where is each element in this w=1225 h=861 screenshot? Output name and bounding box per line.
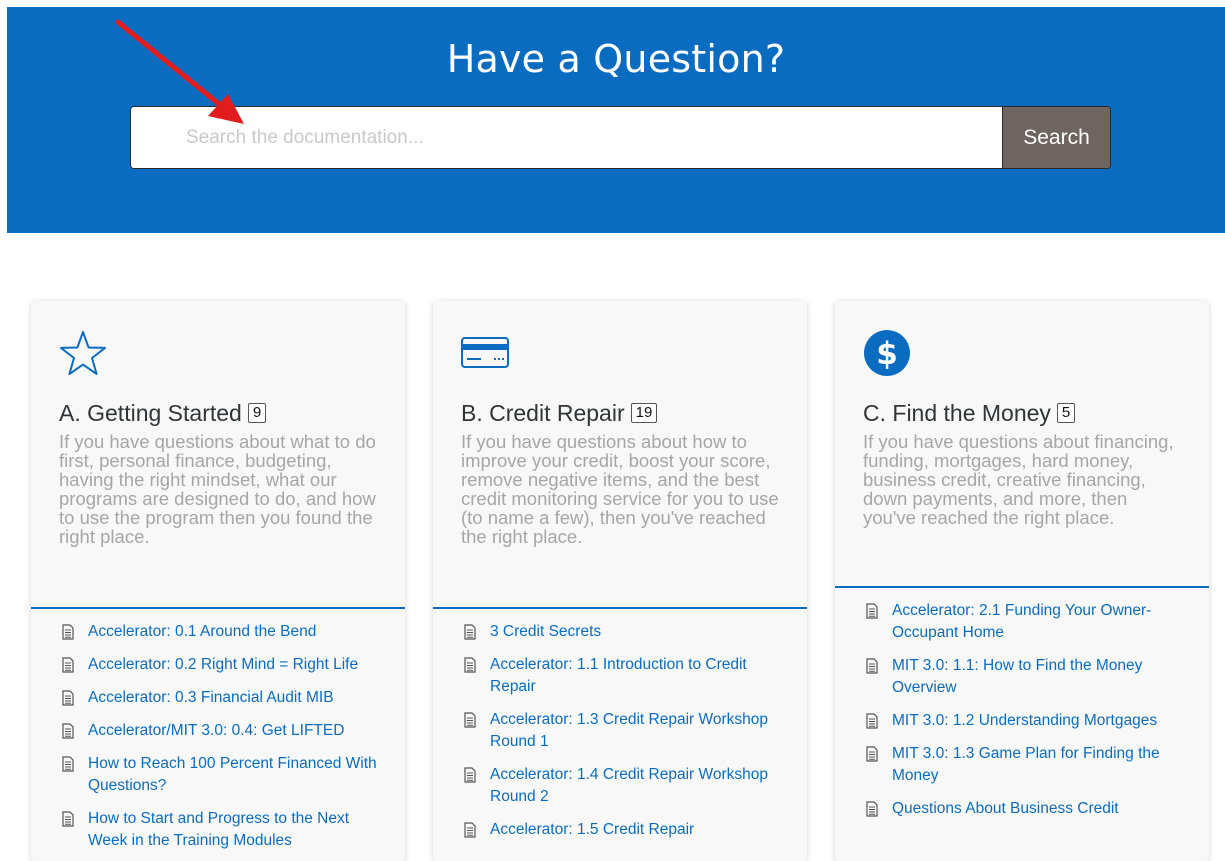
document-icon (866, 658, 878, 674)
document-icon (866, 603, 878, 619)
category-title[interactable]: A. Getting Started 9 (59, 400, 379, 426)
article-link-text[interactable]: Accelerator: 1.5 Credit Repair (490, 819, 793, 841)
search-input[interactable] (131, 107, 1002, 168)
article-link[interactable]: Questions About Business Credit (865, 798, 1195, 820)
document-icon (464, 657, 476, 673)
article-count-badge: 5 (1056, 403, 1076, 423)
document-icon (62, 723, 74, 739)
article-link-text[interactable]: MIT 3.0: 1.2 Understanding Mortgages (892, 710, 1195, 732)
search-bar: Search (130, 106, 1111, 169)
category-card-credit-repair: B. Credit Repair 19 If you have question… (433, 301, 807, 861)
article-count-badge: 9 (247, 403, 267, 423)
document-icon (866, 713, 878, 729)
article-link[interactable]: How to Start and Progress to the Next We… (61, 808, 391, 852)
article-link[interactable]: Accelerator: 0.1 Around the Bend (61, 621, 391, 643)
article-link[interactable]: Accelerator: 1.5 Credit Repair (463, 819, 793, 841)
article-link-text[interactable]: 3 Credit Secrets (490, 621, 793, 643)
dollar-icon: $ (863, 329, 1183, 377)
article-link[interactable]: Accelerator: 1.3 Credit Repair Workshop … (463, 709, 793, 753)
article-count-badge: 19 (630, 403, 658, 423)
document-icon (62, 756, 74, 772)
article-link[interactable]: How to Reach 100 Percent Financed With Q… (61, 753, 391, 797)
article-link-text[interactable]: Accelerator: 0.1 Around the Bend (88, 621, 391, 643)
article-link[interactable]: MIT 3.0: 1.3 Game Plan for Finding the M… (865, 743, 1195, 787)
category-title[interactable]: B. Credit Repair 19 (461, 400, 781, 426)
page-title: Have a Question? (446, 37, 786, 81)
category-description: If you have questions about financing, f… (863, 431, 1174, 528)
category-card-find-the-money: $ C. Find the Money 5 If you have questi… (835, 301, 1209, 861)
svg-text:$: $ (876, 336, 898, 372)
document-icon (866, 746, 878, 762)
document-icon (62, 690, 74, 706)
article-list: Accelerator: 0.1 Around the Bend Acceler… (31, 609, 405, 852)
article-link[interactable]: Accelerator: 0.2 Right Mind = Right Life (61, 654, 391, 676)
search-button[interactable]: Search (1002, 107, 1110, 168)
category-description: If you have questions about how to impro… (461, 431, 779, 547)
article-link-text[interactable]: Accelerator: 0.2 Right Mind = Right Life (88, 654, 391, 676)
article-list: 3 Credit Secrets Accelerator: 1.1 Introd… (433, 609, 807, 841)
search-hero: Have a Question? Search (7, 7, 1225, 233)
category-title-text[interactable]: A. Getting Started (59, 400, 242, 426)
article-link[interactable]: Accelerator: 1.1 Introduction to Credit … (463, 654, 793, 698)
document-icon (62, 624, 74, 640)
article-link-text[interactable]: Questions About Business Credit (892, 798, 1195, 820)
document-icon (464, 822, 476, 838)
article-link-text[interactable]: Accelerator: 2.1 Funding Your Owner-Occu… (892, 600, 1195, 644)
category-title-text[interactable]: B. Credit Repair (461, 400, 625, 426)
category-card-getting-started: A. Getting Started 9 If you have questio… (31, 301, 405, 861)
document-icon (62, 811, 74, 827)
article-link[interactable]: MIT 3.0: 1.2 Understanding Mortgages (865, 710, 1195, 732)
article-list: Accelerator: 2.1 Funding Your Owner-Occu… (835, 588, 1209, 820)
category-title-text[interactable]: C. Find the Money (863, 400, 1051, 426)
article-link[interactable]: Accelerator/MIT 3.0: 0.4: Get LIFTED (61, 720, 391, 742)
article-link-text[interactable]: Accelerator: 0.3 Financial Audit MIB (88, 687, 391, 709)
article-link[interactable]: MIT 3.0: 1.1: How to Find the Money Over… (865, 655, 1195, 699)
article-link[interactable]: Accelerator: 0.3 Financial Audit MIB (61, 687, 391, 709)
document-icon (464, 624, 476, 640)
article-link[interactable]: 3 Credit Secrets (463, 621, 793, 643)
category-title[interactable]: C. Find the Money 5 (863, 400, 1183, 426)
star-icon (59, 329, 379, 377)
article-link[interactable]: Accelerator: 1.4 Credit Repair Workshop … (463, 764, 793, 808)
article-link-text[interactable]: Accelerator: 1.3 Credit Repair Workshop … (490, 709, 793, 753)
article-link-text[interactable]: How to Start and Progress to the Next We… (88, 808, 391, 852)
article-link-text[interactable]: Accelerator: 1.4 Credit Repair Workshop … (490, 764, 793, 808)
credit-card-icon (461, 329, 781, 377)
document-icon (62, 657, 74, 673)
article-link-text[interactable]: MIT 3.0: 1.3 Game Plan for Finding the M… (892, 743, 1195, 787)
document-icon (866, 801, 878, 817)
document-icon (464, 712, 476, 728)
article-link-text[interactable]: MIT 3.0: 1.1: How to Find the Money Over… (892, 655, 1195, 699)
article-link-text[interactable]: How to Reach 100 Percent Financed With Q… (88, 753, 391, 797)
article-link[interactable]: Accelerator: 2.1 Funding Your Owner-Occu… (865, 600, 1195, 644)
document-icon (464, 767, 476, 783)
category-description: If you have questions about what to do f… (59, 431, 376, 547)
article-link-text[interactable]: Accelerator/MIT 3.0: 0.4: Get LIFTED (88, 720, 391, 742)
article-link-text[interactable]: Accelerator: 1.1 Introduction to Credit … (490, 654, 793, 698)
